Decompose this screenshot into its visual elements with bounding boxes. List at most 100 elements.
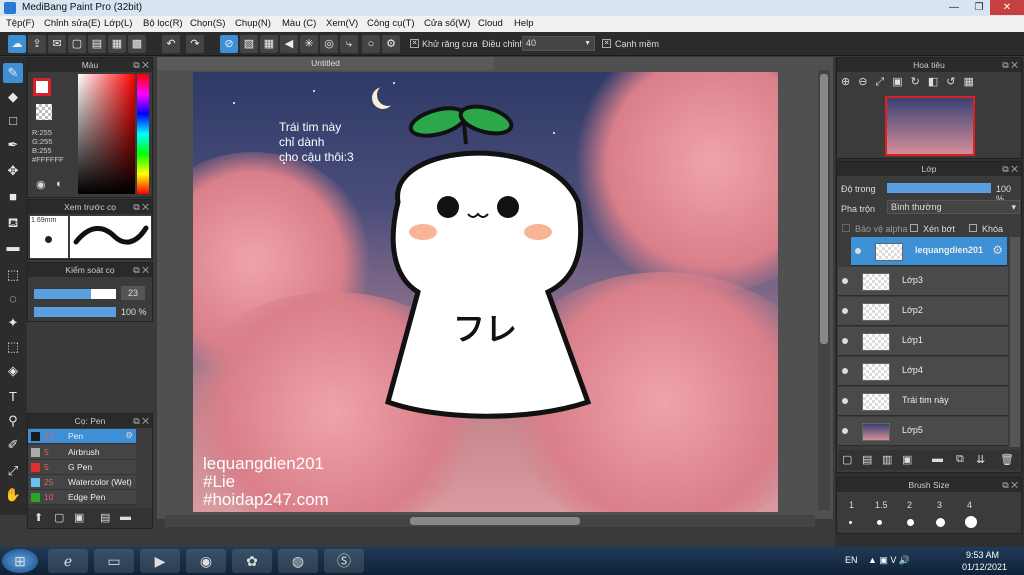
hue-slider[interactable] bbox=[137, 74, 149, 194]
menu-cloud[interactable]: Cloud bbox=[478, 18, 503, 29]
chrome-icon[interactable]: ◉ bbox=[186, 549, 226, 573]
folder-icon[interactable]: ▬ bbox=[932, 453, 943, 465]
concentric-icon[interactable]: ◎ bbox=[320, 35, 338, 53]
navigator-thumbnail[interactable] bbox=[885, 96, 975, 156]
palette-icon[interactable]: ◉ bbox=[36, 178, 46, 191]
gear-icon[interactable]: ⚙ bbox=[992, 243, 1003, 257]
select-pen-icon[interactable]: ⬚ bbox=[3, 337, 23, 357]
explorer-icon[interactable]: ▭ bbox=[94, 549, 134, 573]
menu-filter[interactable]: Bộ lọc(R) bbox=[143, 18, 183, 29]
new-file-icon[interactable]: ▢ bbox=[68, 35, 86, 53]
gradient-tool-icon[interactable]: ▬ bbox=[3, 237, 23, 257]
clock-time[interactable]: 9:53 AM bbox=[966, 550, 999, 560]
panel-controls-icon[interactable]: ⧉ ✕ bbox=[133, 200, 149, 214]
artwork-canvas[interactable]: Trái tim này chỉ dành cho cậu thôi:3 フレ … bbox=[193, 72, 778, 512]
rectangle-tool-icon[interactable]: □ bbox=[3, 111, 23, 131]
brush-size-dot[interactable] bbox=[965, 516, 977, 528]
duplicate-layer-icon[interactable]: ⧉ bbox=[956, 453, 964, 466]
dots-icon[interactable]: ▦ bbox=[260, 35, 278, 53]
brush-item[interactable]: 10 Edge Pen bbox=[28, 490, 136, 505]
new-layer-icon[interactable]: ▢ bbox=[842, 453, 852, 466]
brush-size-option[interactable]: 2 bbox=[907, 500, 912, 510]
menu-color[interactable]: Màu (C) bbox=[282, 18, 316, 29]
brush-size-option[interactable]: 1.5 bbox=[875, 500, 888, 510]
brush-size-option[interactable]: 4 bbox=[967, 500, 972, 510]
radial-icon[interactable]: ✳ bbox=[300, 35, 318, 53]
protect-alpha-checkbox[interactable] bbox=[842, 224, 850, 232]
menu-select[interactable]: Chọn(S) bbox=[190, 18, 225, 29]
circle-icon[interactable]: ○ bbox=[362, 35, 380, 53]
saturation-picker[interactable] bbox=[78, 74, 135, 194]
visibility-icon[interactable] bbox=[842, 338, 848, 344]
swap-icon[interactable]: ◐ bbox=[56, 178, 63, 190]
antialias-checkbox[interactable]: ✕ bbox=[410, 39, 419, 48]
panel-controls-icon[interactable]: ⧉ ✕ bbox=[1002, 58, 1018, 72]
new-brush-icon[interactable]: ▢ bbox=[54, 511, 64, 524]
opacity-slider[interactable] bbox=[34, 307, 116, 317]
eraser-tool-icon[interactable]: ◆ bbox=[3, 87, 23, 107]
layer-row[interactable]: lequangdien201 ⚙ bbox=[851, 237, 1007, 266]
add-brush-icon[interactable]: ⬆ bbox=[34, 511, 43, 524]
trash-icon[interactable]: 🗑 bbox=[1000, 453, 1014, 466]
foreground-color-swatch[interactable] bbox=[33, 78, 51, 96]
menu-help[interactable]: Help bbox=[514, 18, 534, 29]
close-button[interactable]: ✕ bbox=[990, 0, 1024, 15]
text-tool-icon[interactable]: T bbox=[3, 387, 23, 407]
blend-select[interactable]: Bình thường ▾ bbox=[887, 200, 1020, 214]
layer-row[interactable]: Lớp1 bbox=[838, 327, 1008, 356]
curve-icon[interactable]: ⤷ bbox=[340, 35, 358, 53]
pen-tool-icon[interactable]: ✒ bbox=[3, 135, 23, 155]
no-selection-icon[interactable]: ⊘ bbox=[220, 35, 238, 53]
skype-icon[interactable]: Ⓢ bbox=[324, 549, 364, 573]
brush-item[interactable]: 5 G Pen bbox=[28, 460, 136, 475]
ie-icon[interactable]: ℯ bbox=[48, 549, 88, 573]
brush-item[interactable]: 25 Watercolor (Wet) bbox=[28, 475, 136, 490]
panel-controls-icon[interactable]: ⧉ ✕ bbox=[133, 58, 149, 72]
background-color-swatch[interactable] bbox=[36, 104, 52, 120]
visibility-icon[interactable] bbox=[842, 428, 848, 434]
cloud-icon[interactable]: ☁ bbox=[8, 35, 26, 53]
folder-icon[interactable]: ▬ bbox=[120, 511, 131, 523]
scroll-thumb[interactable] bbox=[820, 74, 828, 344]
select-tool-icon[interactable]: ⬚ bbox=[3, 265, 23, 285]
panel-controls-icon[interactable]: ⧉ ✕ bbox=[133, 414, 149, 428]
layer-menu-icon[interactable]: ▣ bbox=[902, 453, 912, 466]
lasso-tool-icon[interactable]: ◌ bbox=[3, 289, 23, 309]
minimize-button[interactable]: — bbox=[940, 0, 968, 15]
document-tab[interactable]: Untitled bbox=[157, 57, 494, 70]
hand-tool-icon[interactable]: ✋ bbox=[3, 485, 23, 505]
layer-row[interactable]: Lớp5 bbox=[838, 417, 1008, 446]
menu-capture[interactable]: Chụp(N) bbox=[235, 18, 271, 29]
brush-item[interactable]: 23 Pen ⚙ bbox=[28, 429, 136, 444]
lock-checkbox[interactable] bbox=[969, 224, 977, 232]
gear-icon[interactable]: ⚙ bbox=[382, 35, 400, 53]
clock-date[interactable]: 01/12/2021 bbox=[962, 562, 1007, 572]
navigator-tools[interactable]: ⊕⊖⤢▣↻◧↺▦ bbox=[841, 75, 982, 89]
gear-icon[interactable]: ⚙ bbox=[125, 430, 133, 441]
menu-layer[interactable]: Lớp(L) bbox=[104, 18, 132, 29]
eyedropper-icon[interactable]: ✐ bbox=[3, 435, 23, 455]
visibility-icon[interactable] bbox=[842, 368, 848, 374]
brush-menu-icon[interactable]: ▣ bbox=[74, 511, 84, 524]
panel-controls-icon[interactable]: ⧉ ✕ bbox=[133, 263, 149, 277]
layer-row[interactable]: Lớp2 bbox=[838, 297, 1008, 326]
select-eraser-icon[interactable]: ◈ bbox=[3, 361, 23, 381]
hatch-icon[interactable]: ▧ bbox=[240, 35, 258, 53]
perspective-icon[interactable]: ◀ bbox=[280, 35, 298, 53]
medibang-icon[interactable]: ◍ bbox=[278, 549, 318, 573]
app-icon[interactable]: ✿ bbox=[232, 549, 272, 573]
grid-icon[interactable]: ▩ bbox=[128, 35, 146, 53]
size-value[interactable]: 23 bbox=[121, 286, 145, 300]
size-slider[interactable] bbox=[34, 289, 116, 299]
language-indicator[interactable]: EN bbox=[845, 555, 858, 565]
start-button[interactable]: ⊞ bbox=[2, 549, 38, 573]
brush-size-option[interactable]: 3 bbox=[937, 500, 942, 510]
new-8bit-layer-icon[interactable]: ▥ bbox=[882, 453, 892, 466]
brush-size-dot[interactable] bbox=[877, 520, 882, 525]
document-icon[interactable]: ▤ bbox=[88, 35, 106, 53]
merge-layer-icon[interactable]: ⇊ bbox=[976, 453, 985, 466]
vertical-scrollbar[interactable] bbox=[818, 70, 830, 510]
chat-icon[interactable]: ✉ bbox=[48, 35, 66, 53]
layer-row[interactable]: Trái tim này bbox=[838, 387, 1008, 416]
brush-size-option[interactable]: 1 bbox=[849, 500, 854, 510]
